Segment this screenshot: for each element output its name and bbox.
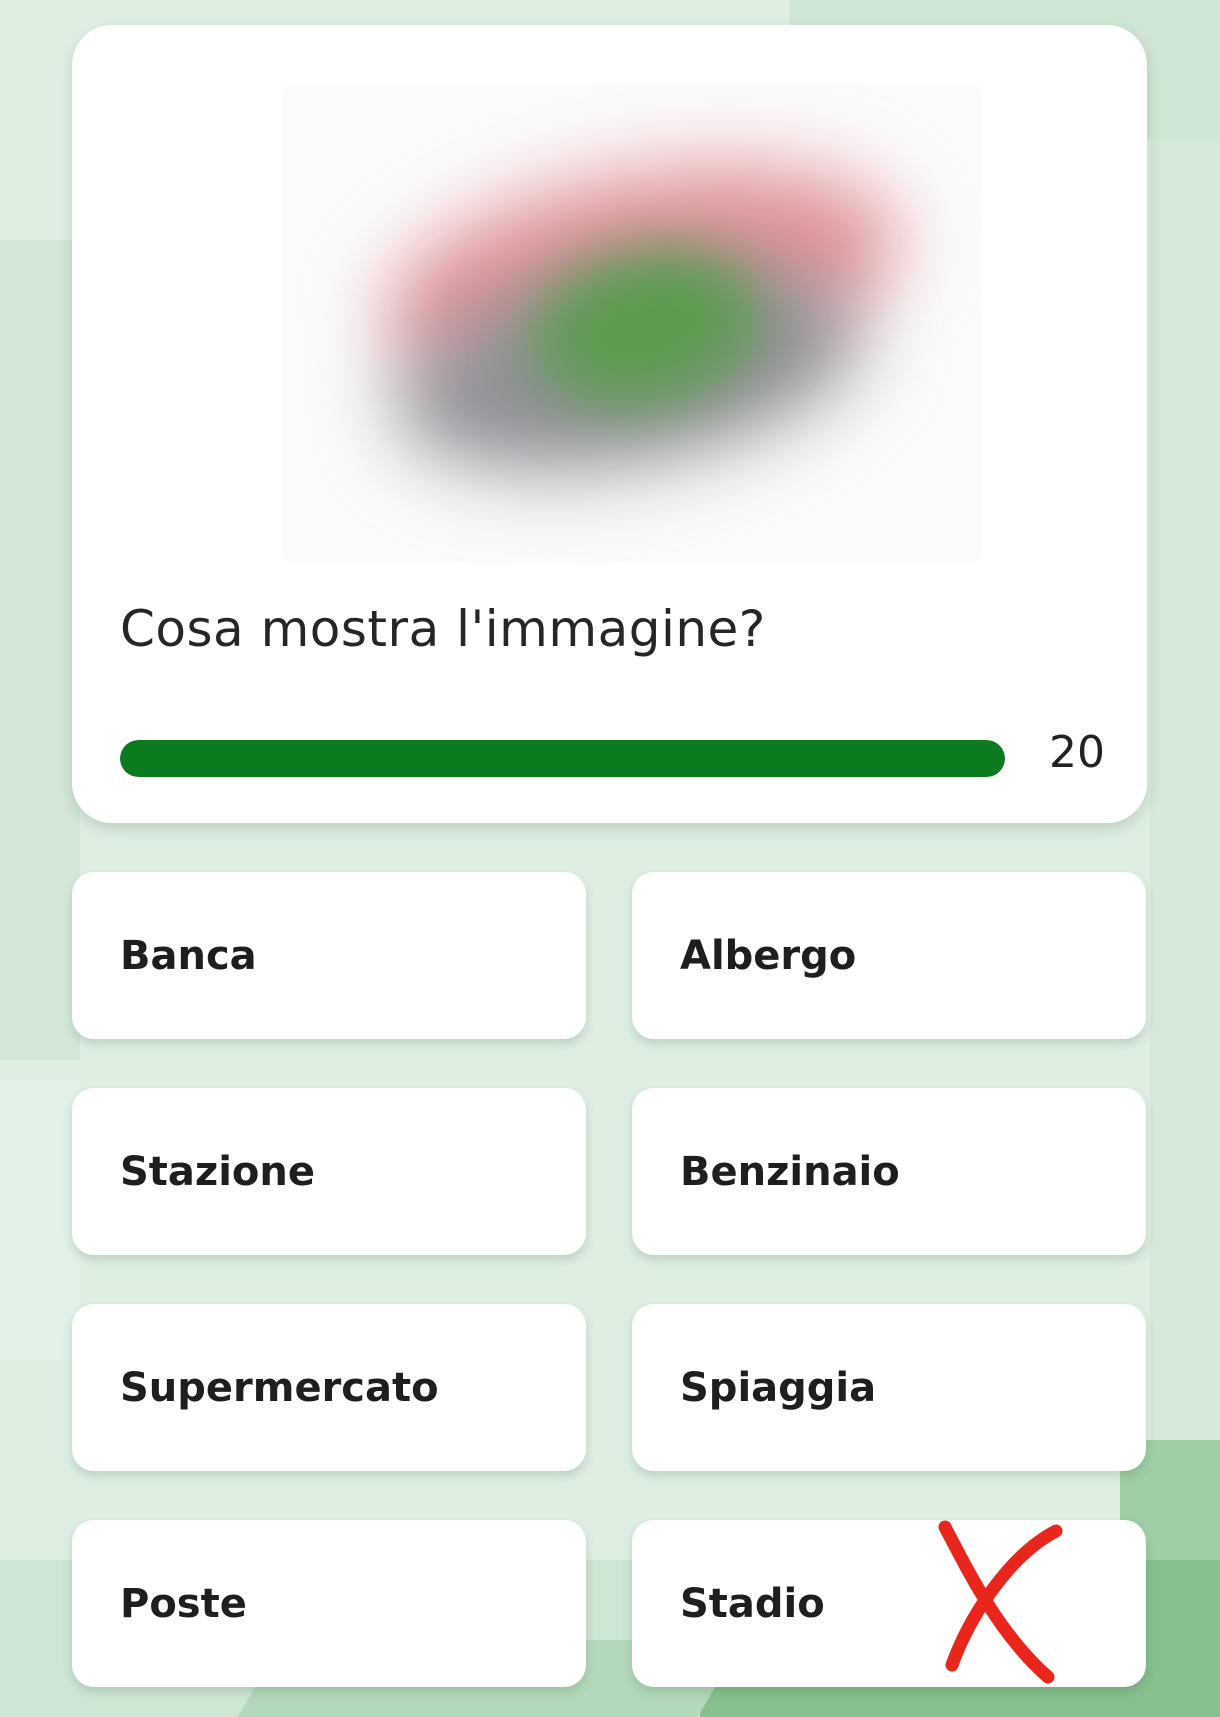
answer-option-stazione[interactable]: Stazione (72, 1088, 586, 1255)
answer-label: Spiaggia (680, 1364, 877, 1411)
question-text: Cosa mostra l'immagine? (120, 600, 766, 658)
answer-option-supermercato[interactable]: Supermercato (72, 1304, 586, 1471)
answer-option-poste[interactable]: Poste (72, 1520, 586, 1687)
answer-label: Albergo (680, 932, 857, 979)
timer-bar (120, 740, 1005, 777)
answer-label: Stazione (120, 1148, 315, 1195)
timer-count: 20 (1049, 727, 1105, 778)
answer-label: Poste (120, 1580, 247, 1627)
answer-label: Benzinaio (680, 1148, 900, 1195)
answer-option-stadio[interactable]: Stadio (632, 1520, 1146, 1687)
answer-option-albergo[interactable]: Albergo (632, 872, 1146, 1039)
question-card: Cosa mostra l'immagine? 20 (72, 25, 1147, 823)
answer-label: Banca (120, 932, 257, 979)
answer-label: Supermercato (120, 1364, 439, 1411)
answer-option-banca[interactable]: Banca (72, 872, 586, 1039)
answer-option-spiaggia[interactable]: Spiaggia (632, 1304, 1146, 1471)
answer-label: Stadio (680, 1580, 825, 1627)
question-image (282, 83, 982, 563)
answer-option-benzinaio[interactable]: Benzinaio (632, 1088, 1146, 1255)
timer-bar-fill (120, 740, 1005, 777)
